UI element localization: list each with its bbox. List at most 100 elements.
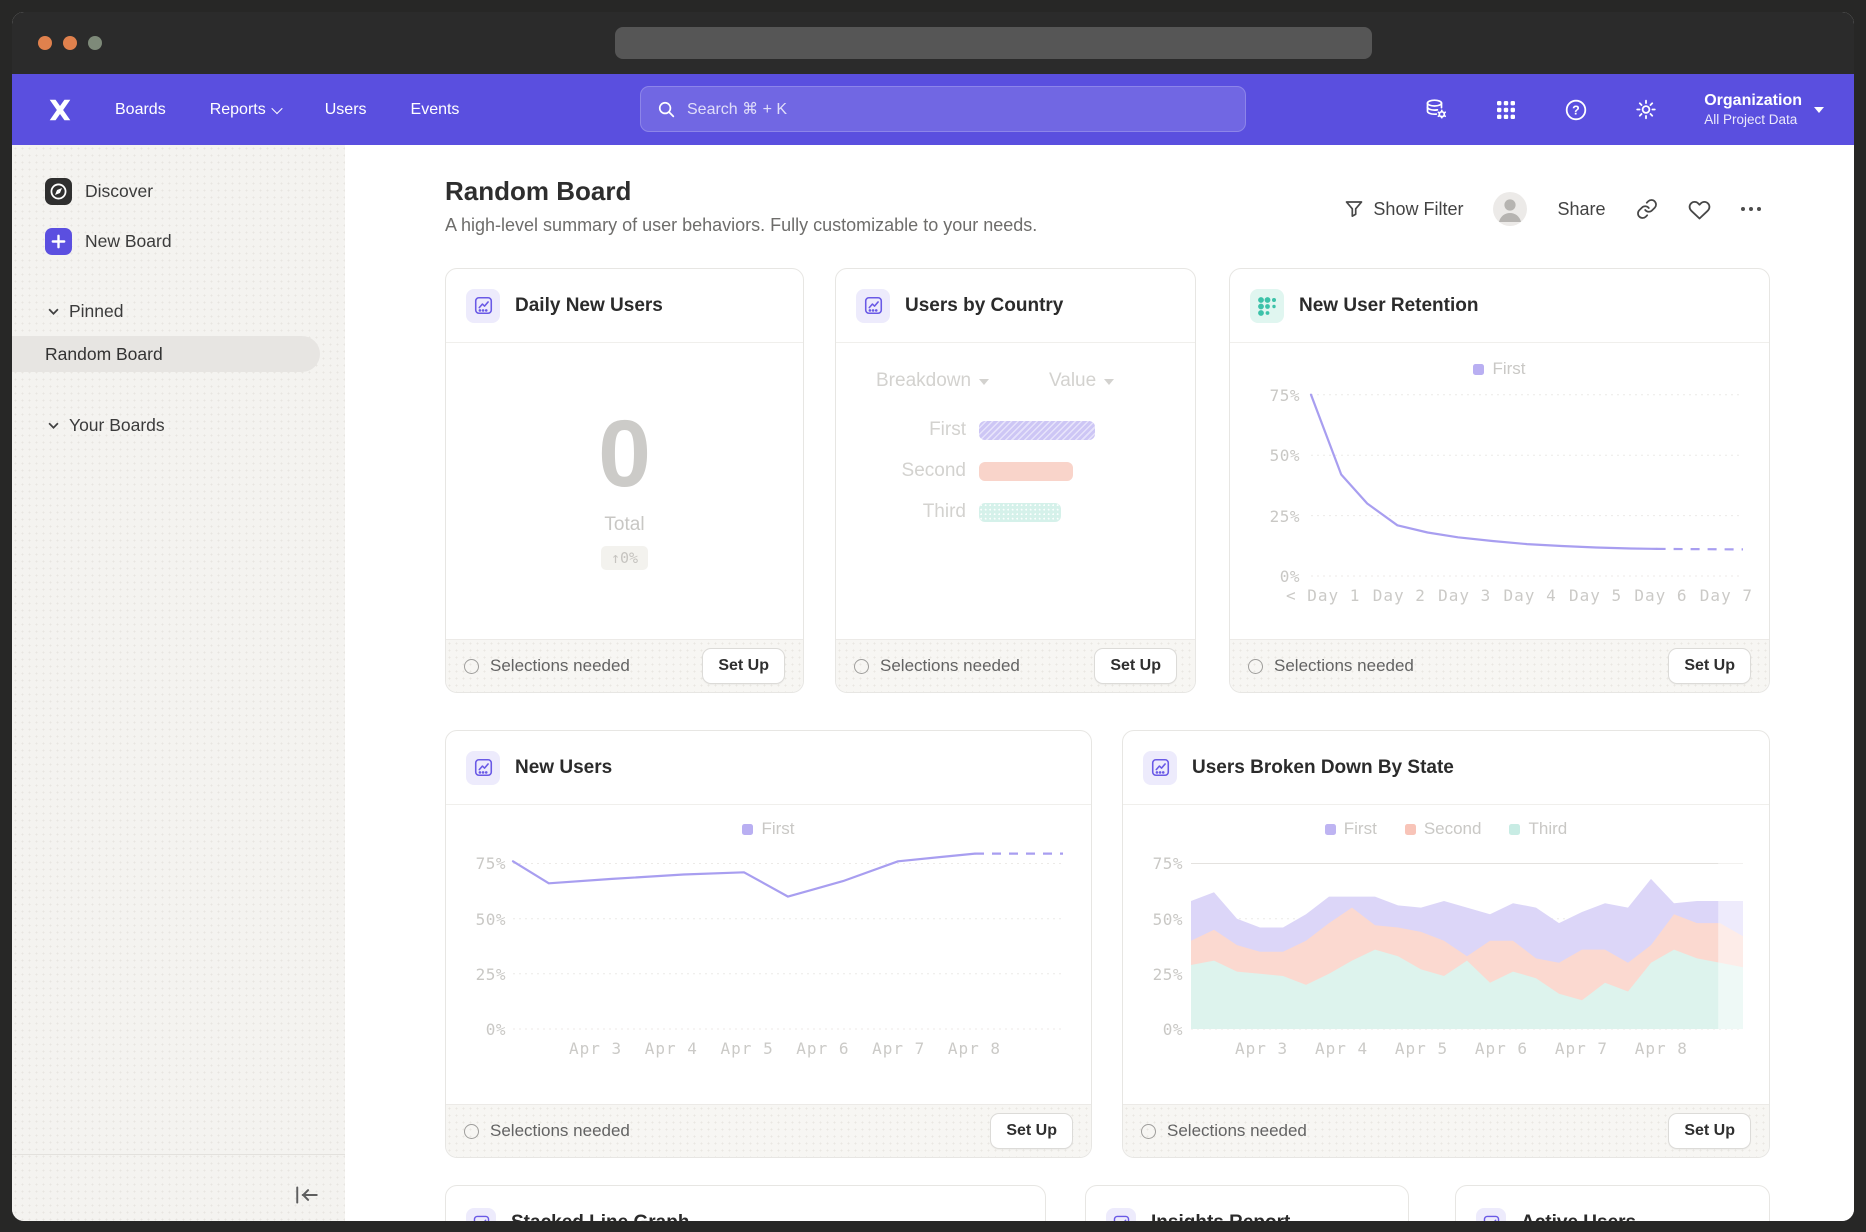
legend-swatch-icon bbox=[1405, 824, 1416, 835]
sidebar-section-pinned[interactable]: Pinned bbox=[48, 301, 124, 322]
legend-item: First bbox=[742, 819, 794, 839]
card-title: New User Retention bbox=[1299, 295, 1478, 317]
country-row: Third bbox=[836, 501, 1061, 523]
copy-link-icon[interactable] bbox=[1636, 198, 1658, 220]
card-active-users: Active Users bbox=[1455, 1185, 1770, 1221]
settings-gear-icon[interactable] bbox=[1634, 98, 1658, 122]
card-insights-report: Insights Report bbox=[1085, 1185, 1409, 1221]
avatar[interactable] bbox=[1493, 192, 1527, 226]
set-up-button[interactable]: Set Up bbox=[990, 1113, 1073, 1149]
sidebar-item-random-board[interactable]: Random Board bbox=[12, 336, 320, 372]
card-title: New Users bbox=[515, 757, 612, 779]
insights-chart-icon bbox=[1476, 1208, 1506, 1221]
board-actions: Show Filter Share bbox=[1344, 192, 1761, 226]
window-titlebar bbox=[12, 12, 1854, 74]
card-title: Stacked Line Graph bbox=[511, 1212, 689, 1221]
top-navbar: Boards Reports Users Events Search ⌘ + K bbox=[12, 74, 1854, 145]
navbar-right: ? Organization All Project Data bbox=[1424, 74, 1824, 145]
x-axis-labels: < Day 1Day 2Day 3Day 4Day 5Day 6Day 7 bbox=[1286, 586, 1753, 605]
sidebar-divider bbox=[12, 1154, 345, 1155]
x-axis-labels: Apr 3Apr 4Apr 5Apr 6Apr 7Apr 8 bbox=[569, 1039, 1001, 1058]
insights-chart-icon bbox=[466, 289, 500, 323]
legend-label: Second bbox=[1424, 819, 1482, 839]
retention-grid-icon bbox=[1250, 289, 1284, 323]
help-icon[interactable]: ? bbox=[1564, 98, 1588, 122]
chevron-down-icon bbox=[979, 379, 989, 385]
legend-item: Third bbox=[1509, 819, 1567, 839]
value-dropdown[interactable]: Value bbox=[1049, 370, 1114, 392]
state-stacked-area-chart bbox=[1191, 837, 1743, 1029]
search-input[interactable]: Search ⌘ + K bbox=[640, 86, 1246, 132]
more-options-icon[interactable] bbox=[1741, 207, 1762, 212]
card-title: Active Users bbox=[1521, 1212, 1636, 1221]
page-subtitle: A high-level summary of user behaviors. … bbox=[445, 215, 1037, 236]
selections-needed-text: Selections needed bbox=[1167, 1121, 1307, 1141]
status-circle-icon bbox=[464, 1124, 479, 1139]
board-main: Random Board A high-level summary of use… bbox=[345, 145, 1854, 1221]
card-users-by-country: Users by Country Breakdown Value bbox=[835, 268, 1196, 693]
show-filter-button[interactable]: Show Filter bbox=[1344, 199, 1463, 220]
favorite-heart-icon[interactable] bbox=[1688, 198, 1711, 221]
screen: Boards Reports Users Events Search ⌘ + K bbox=[0, 0, 1866, 1232]
maximize-window-icon[interactable] bbox=[88, 36, 102, 50]
data-management-icon[interactable] bbox=[1424, 98, 1448, 122]
sidebar-item-discover[interactable]: Discover bbox=[45, 178, 153, 205]
nav-item-events[interactable]: Events bbox=[411, 101, 460, 119]
new-users-line-chart bbox=[513, 837, 1063, 1029]
card-stacked-line-graph: Stacked Line Graph bbox=[445, 1185, 1046, 1221]
close-window-icon[interactable] bbox=[38, 36, 52, 50]
sidebar-section-your-boards[interactable]: Your Boards bbox=[48, 415, 165, 436]
selections-needed-text: Selections needed bbox=[880, 656, 1020, 676]
x-axis-labels: Apr 3Apr 4Apr 5Apr 6Apr 7Apr 8 bbox=[1235, 1039, 1688, 1058]
filter-icon bbox=[1344, 199, 1364, 219]
legend-label: First bbox=[761, 819, 794, 839]
y-axis-labels: 75%50%25%0% bbox=[1127, 837, 1183, 1029]
minimize-window-icon[interactable] bbox=[63, 36, 77, 50]
status-circle-icon bbox=[1248, 659, 1263, 674]
insights-chart-icon bbox=[466, 1208, 496, 1221]
bar-third bbox=[979, 503, 1061, 522]
mixpanel-logo-icon[interactable] bbox=[47, 97, 73, 123]
legend-swatch-icon bbox=[1325, 824, 1336, 835]
selections-needed-text: Selections needed bbox=[1274, 656, 1414, 676]
sidebar-item-new-board[interactable]: New Board bbox=[45, 228, 172, 255]
chevron-down-icon bbox=[1814, 107, 1824, 113]
org-switcher[interactable]: Organization All Project Data bbox=[1704, 91, 1824, 128]
address-bar[interactable] bbox=[615, 27, 1372, 59]
chart-legend: First bbox=[446, 819, 1091, 839]
apps-grid-icon[interactable] bbox=[1494, 98, 1518, 122]
nav-menu: Boards Reports Users Events bbox=[115, 101, 459, 119]
chart-legend: First Second Third bbox=[1123, 819, 1769, 839]
chevron-down-icon bbox=[48, 422, 59, 429]
chevron-down-icon bbox=[271, 102, 282, 113]
set-up-button[interactable]: Set Up bbox=[1668, 1113, 1751, 1149]
nav-item-users[interactable]: Users bbox=[325, 101, 367, 119]
metric-value: 0 bbox=[598, 407, 651, 502]
set-up-button[interactable]: Set Up bbox=[1094, 648, 1177, 684]
card-daily-new-users: Daily New Users 0 Total ↑0% Selections n… bbox=[445, 268, 804, 693]
compass-icon bbox=[45, 178, 72, 205]
nav-item-reports[interactable]: Reports bbox=[210, 101, 281, 119]
retention-line-chart bbox=[1311, 373, 1743, 576]
status-circle-icon bbox=[464, 659, 479, 674]
set-up-button[interactable]: Set Up bbox=[1668, 648, 1751, 684]
bar-first bbox=[979, 421, 1095, 440]
legend-label: Third bbox=[1528, 819, 1567, 839]
legend-label: First bbox=[1344, 819, 1377, 839]
nav-item-boards[interactable]: Boards bbox=[115, 101, 166, 119]
country-row: Second bbox=[836, 460, 1073, 482]
insights-chart-icon bbox=[1106, 1208, 1136, 1221]
y-axis-labels: 75%50%25%0% bbox=[454, 837, 506, 1029]
card-users-by-state: Users Broken Down By State FirstSecondTh… bbox=[1122, 730, 1770, 1158]
set-up-button[interactable]: Set Up bbox=[702, 648, 785, 684]
share-button[interactable]: Share bbox=[1557, 199, 1605, 220]
country-row: First bbox=[836, 419, 1095, 441]
legend-item: First bbox=[1325, 819, 1377, 839]
breakdown-dropdown[interactable]: Breakdown bbox=[876, 370, 989, 392]
card-title: Insights Report bbox=[1151, 1212, 1290, 1221]
collapse-sidebar-icon[interactable] bbox=[294, 1185, 320, 1205]
card-title: Daily New Users bbox=[515, 295, 663, 317]
insights-chart-icon bbox=[466, 751, 500, 785]
chevron-down-icon bbox=[48, 308, 59, 315]
chevron-down-icon bbox=[1104, 379, 1114, 385]
